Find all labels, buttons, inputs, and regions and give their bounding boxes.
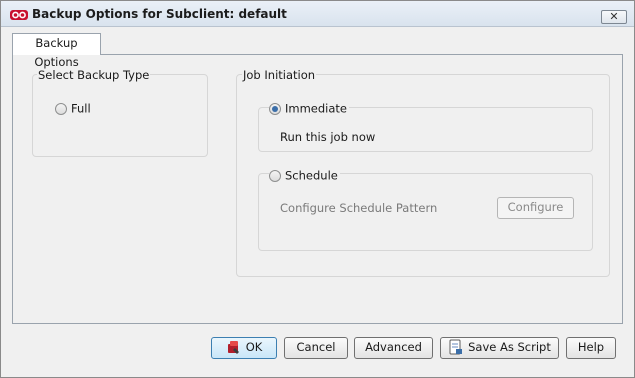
app-logo-icon bbox=[10, 10, 28, 20]
schedule-option[interactable]: Schedule bbox=[269, 168, 340, 183]
schedule-label: Schedule bbox=[285, 168, 338, 183]
schedule-radio[interactable] bbox=[269, 169, 281, 182]
immediate-radio[interactable] bbox=[269, 102, 281, 115]
backup-type-group bbox=[32, 74, 208, 157]
cancel-button[interactable]: Cancel bbox=[284, 337, 348, 359]
save-as-script-label: Save As Script bbox=[468, 340, 551, 354]
close-button[interactable]: ✕ bbox=[601, 10, 627, 24]
close-icon: ✕ bbox=[609, 10, 619, 23]
full-backup-option[interactable]: Full bbox=[55, 101, 91, 116]
immediate-option[interactable]: Immediate bbox=[269, 101, 349, 116]
job-initiation-group-title: Job Initiation bbox=[242, 68, 317, 82]
window-title: Backup Options for Subclient: default bbox=[32, 7, 287, 21]
script-icon bbox=[449, 339, 463, 354]
ok-label: OK bbox=[245, 340, 263, 354]
backup-options-panel: Select Backup Type Full Job Initiation I… bbox=[12, 54, 623, 324]
tab-backup-options[interactable]: Backup Options bbox=[12, 33, 101, 69]
full-radio[interactable] bbox=[55, 102, 67, 115]
configure-button[interactable]: Configure bbox=[497, 197, 574, 219]
save-as-script-button[interactable]: Save As Script bbox=[440, 337, 559, 359]
backup-options-dialog: Backup Options for Subclient: default ✕ … bbox=[0, 0, 635, 378]
full-label: Full bbox=[71, 101, 91, 116]
title-bar[interactable]: Backup Options for Subclient: default ✕ bbox=[1, 1, 634, 27]
immediate-description: Run this job now bbox=[280, 130, 376, 144]
ok-button[interactable]: OK bbox=[211, 337, 277, 359]
help-button[interactable]: Help bbox=[566, 337, 616, 359]
advanced-button[interactable]: Advanced bbox=[354, 337, 433, 359]
schedule-pattern-label: Configure Schedule Pattern bbox=[280, 201, 438, 215]
immediate-label: Immediate bbox=[285, 101, 347, 116]
ok-icon bbox=[227, 340, 239, 354]
